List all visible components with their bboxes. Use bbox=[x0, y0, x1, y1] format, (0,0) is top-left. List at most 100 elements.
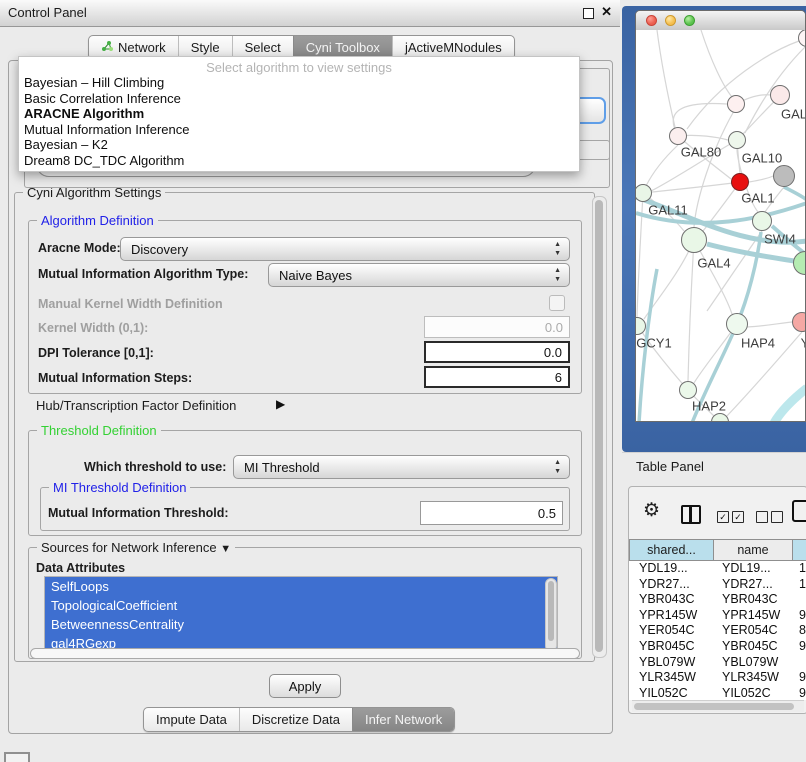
algorithm-option-dream8-dc-tdc-algorithm[interactable]: Dream8 DC_TDC Algorithm bbox=[19, 153, 579, 169]
checked-checkbox-icon[interactable]: ✓ bbox=[732, 511, 744, 523]
mi-type-label: Mutual Information Algorithm Type: bbox=[38, 267, 248, 281]
network-canvas[interactable]: GALGAL80GAL10GAL1GAL11SWI4GAL4GCY1HAP4YH… bbox=[636, 30, 806, 422]
sources-hscrollbar[interactable] bbox=[30, 648, 580, 659]
attributes-scrollbar-thumb[interactable] bbox=[548, 581, 554, 641]
stepper-arrows-icon: ▲▼ bbox=[554, 458, 561, 476]
table-row[interactable]: YPR145WYPR145W9. bbox=[629, 608, 806, 624]
manual-kernel-checkbox[interactable] bbox=[549, 295, 565, 311]
tab-infer-network[interactable]: Infer Network bbox=[352, 708, 454, 731]
node-label-gal10: GAL10 bbox=[742, 151, 782, 166]
table-row[interactable]: YLR345WYLR345W9. bbox=[629, 670, 806, 686]
mi-steps-value: 6 bbox=[555, 370, 562, 385]
table-row[interactable]: YBL079WYBL079W bbox=[629, 655, 806, 671]
gear-icon[interactable]: ⚙ bbox=[643, 499, 660, 522]
network-node-swi4[interactable] bbox=[752, 211, 772, 231]
network-node-y[interactable] bbox=[792, 312, 806, 332]
node-label-gal: GAL bbox=[781, 107, 806, 122]
table-cell: 13 bbox=[793, 561, 806, 577]
table-cell: YLR345W bbox=[714, 670, 793, 686]
sources-legend-text: Sources for Network Inference bbox=[41, 540, 217, 555]
float-panel-icon[interactable] bbox=[583, 8, 594, 19]
columns-icon[interactable] bbox=[681, 505, 701, 524]
table-cell: YDL19... bbox=[629, 561, 714, 577]
network-node-gal4[interactable] bbox=[681, 227, 707, 253]
column-header-cut[interactable] bbox=[793, 539, 806, 561]
settings-scrollbar[interactable] bbox=[592, 196, 607, 658]
attributes-scrollbar[interactable] bbox=[545, 578, 557, 652]
algorithm-option-bayesian-k2[interactable]: Bayesian – K2 bbox=[19, 137, 579, 153]
data-attributes-list: SelfLoopsTopologicalCoefficientBetweenne… bbox=[44, 576, 558, 655]
minimize-window-icon[interactable] bbox=[665, 15, 676, 26]
mi-threshold-field[interactable]: 0.5 bbox=[420, 501, 563, 525]
network-node-gal[interactable] bbox=[770, 85, 790, 105]
network-node-gal80[interactable] bbox=[669, 127, 687, 145]
table-hscrollbar-thumb[interactable] bbox=[634, 703, 794, 710]
sources-legend: Sources for Network Inference ▼ bbox=[37, 540, 235, 555]
network-node-hap4[interactable] bbox=[726, 313, 748, 335]
import-table-icon[interactable] bbox=[792, 500, 806, 522]
table-cell: YBR045C bbox=[714, 639, 793, 655]
network-node-gal1[interactable] bbox=[731, 173, 749, 191]
which-threshold-combo[interactable]: MI Threshold ▲▼ bbox=[233, 455, 570, 479]
tab-impute-data[interactable]: Impute Data bbox=[144, 708, 239, 731]
attribute-item-betweennesscentrality[interactable]: BetweennessCentrality bbox=[45, 615, 557, 634]
table-panel-separator bbox=[622, 452, 806, 453]
algorithm-option-aracne-algorithm[interactable]: ARACNE Algorithm bbox=[19, 106, 579, 122]
which-threshold-value: MI Threshold bbox=[244, 460, 320, 475]
settings-scrollbar-thumb[interactable] bbox=[595, 200, 603, 652]
table-cell: YBR043C bbox=[629, 592, 714, 608]
table-hscrollbar[interactable] bbox=[632, 700, 804, 712]
algorithm-option-basic-correlation-inference[interactable]: Basic Correlation Inference bbox=[19, 91, 579, 107]
tab-discretize-data[interactable]: Discretize Data bbox=[239, 708, 352, 731]
table-row[interactable]: YBR045CYBR045C9. bbox=[629, 639, 806, 655]
table-cell: YLR345W bbox=[629, 670, 714, 686]
network-window[interactable]: GALGAL80GAL10GAL1GAL11SWI4GAL4GCY1HAP4YH… bbox=[635, 10, 806, 422]
table-row[interactable]: YIL052CYIL052C9 bbox=[629, 686, 806, 700]
table-cell bbox=[793, 592, 806, 608]
app-root: Control Panel ✕ NetworkStyleSelectCyni T… bbox=[0, 0, 806, 762]
attribute-item-topologicalcoefficient[interactable]: TopologicalCoefficient bbox=[45, 596, 557, 615]
checked-checkbox-icon[interactable]: ✓ bbox=[717, 511, 729, 523]
apply-button[interactable]: Apply bbox=[269, 674, 341, 698]
network-node[interactable] bbox=[727, 95, 745, 113]
table-cell: YER054C bbox=[629, 623, 714, 639]
table-row[interactable]: YBR043CYBR043C bbox=[629, 592, 806, 608]
table-cell bbox=[793, 655, 806, 671]
tab-infer-network-label: Infer Network bbox=[365, 712, 442, 727]
network-window-titlebar[interactable] bbox=[636, 11, 805, 31]
table-cell: 9. bbox=[793, 639, 806, 655]
aracne-mode-combo[interactable]: Discovery ▲▼ bbox=[120, 237, 570, 261]
bottom-tabs: Impute Data Discretize Data Infer Network bbox=[143, 707, 455, 732]
network-node[interactable] bbox=[773, 165, 795, 187]
algorithm-option-mutual-information-inference[interactable]: Mutual Information Inference bbox=[19, 122, 579, 138]
close-panel-icon[interactable]: ✕ bbox=[601, 4, 612, 20]
network-node-gal10[interactable] bbox=[728, 131, 746, 149]
mi-steps-field[interactable]: 6 bbox=[424, 366, 570, 388]
mi-type-combo[interactable]: Naive Bayes ▲▼ bbox=[268, 263, 570, 287]
table-cell: YIL052C bbox=[714, 686, 793, 700]
expand-right-icon[interactable]: ▶ bbox=[276, 397, 285, 411]
unchecked-checkbox-icon[interactable] bbox=[771, 511, 783, 523]
table-cell: YIL052C bbox=[629, 686, 714, 700]
dpi-tolerance-field[interactable]: 0.0 bbox=[424, 341, 570, 363]
node-label-gal4: GAL4 bbox=[697, 256, 730, 271]
collapse-down-icon[interactable]: ▼ bbox=[220, 543, 231, 555]
table-panel-title: Table Panel bbox=[636, 459, 704, 474]
attribute-item-selfloops[interactable]: SelfLoops bbox=[45, 577, 557, 596]
hub-definition-toggle[interactable]: Hub/Transcription Factor Definition bbox=[36, 398, 236, 413]
unchecked-checkbox-icon[interactable] bbox=[756, 511, 768, 523]
algorithm-definition-legend: Algorithm Definition bbox=[37, 213, 158, 228]
column-header-shared[interactable]: shared... bbox=[629, 539, 714, 561]
network-node-hap2[interactable] bbox=[679, 381, 697, 399]
close-window-icon[interactable] bbox=[646, 15, 657, 26]
aracne-mode-value: Discovery bbox=[131, 242, 188, 257]
algorithm-option-bayesian-hill-climbing[interactable]: Bayesian – Hill Climbing bbox=[19, 75, 579, 91]
table-row[interactable]: YER054CYER054C8. bbox=[629, 623, 806, 639]
column-header-name[interactable]: name bbox=[714, 539, 793, 561]
zoom-window-icon[interactable] bbox=[684, 15, 695, 26]
kernel-width-field[interactable]: 0.0 bbox=[424, 316, 570, 338]
minimized-panel-icon[interactable] bbox=[4, 752, 30, 762]
table-row[interactable]: YDR27...YDR27...12 bbox=[629, 577, 806, 593]
table-row[interactable]: YDL19...YDL19...13 bbox=[629, 561, 806, 577]
tab-discretize-data-label: Discretize Data bbox=[252, 712, 340, 727]
